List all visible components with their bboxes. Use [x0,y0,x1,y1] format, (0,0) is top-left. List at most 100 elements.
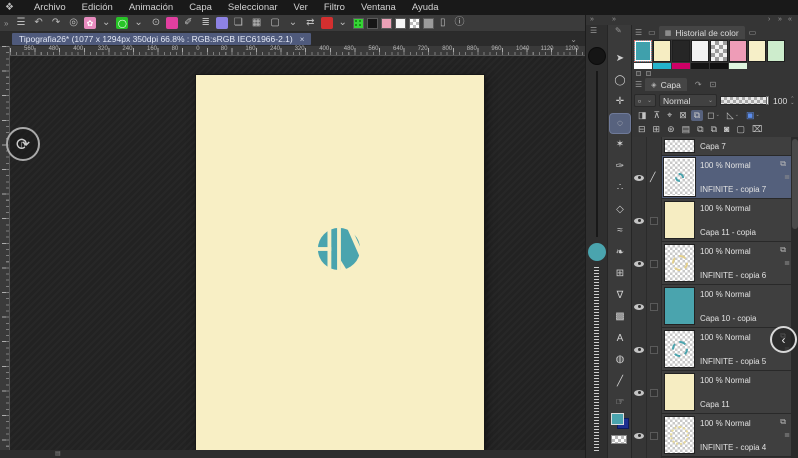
app-logo-icon[interactable]: ❖ [5,2,14,13]
layer-tool-icon[interactable]: ⊛ [664,124,678,135]
decoration-brush-chip[interactable]: ✿ [83,17,96,29]
layer-tool-icon[interactable]: ▣ ⌄ [743,110,763,121]
palette-mini-icon[interactable] [636,71,641,76]
blend-tool[interactable]: ≈ [610,221,630,240]
layer-visibility-eye[interactable] [634,303,644,310]
layer-checkbox[interactable] [650,345,658,354]
history-swatch-transparent[interactable] [710,40,728,62]
layer-thumbnail[interactable] [664,201,695,239]
layer-name[interactable]: Capa 11 - copia [700,228,756,237]
panel-expand-icon[interactable]: › [768,15,770,25]
main-menu-icon[interactable]: ☰ [13,18,28,28]
layer-name[interactable]: INFINITE - copia 7 [700,185,766,194]
palette-mini-icon[interactable] [646,71,651,76]
history-swatch-mint-dotted[interactable] [767,40,785,62]
redo-icon[interactable]: ↷ [49,18,63,28]
layer-visibility-eye[interactable] [634,217,644,224]
layer-row[interactable]: 100 % Normal INFINITE - copia 4 ⧉ ≣ [662,414,791,457]
menu-item-animación[interactable]: Animación [121,0,181,15]
pen-icon[interactable]: ✐ [181,18,195,28]
move-tool[interactable]: ✛ [610,92,630,111]
panel-dock-icon[interactable]: ▭ [648,28,656,37]
blend-mode-select[interactable]: Normal ⌄ [659,94,717,107]
opacity-slider-thumb[interactable] [766,96,769,105]
layer-checkbox[interactable] [650,302,658,311]
rotate-canvas-button[interactable]: ⟳ ▯ [6,127,40,161]
flip-horizontal-icon[interactable]: ⇄ [303,18,317,28]
menu-item-ver[interactable]: Ver [286,0,316,15]
menu-item-seleccionar[interactable]: Seleccionar [220,0,286,15]
pink-swatch[interactable] [380,17,392,29]
layer-tool-icon[interactable]: ▢ [733,124,748,135]
layer-tool-icon[interactable]: ◨ [635,110,650,121]
history-swatch-pink[interactable] [729,40,747,62]
layer-scrollbar[interactable] [791,137,798,458]
balloon-tool[interactable]: ◍ [610,350,630,369]
layer-thumbnail[interactable] [664,330,695,368]
dropdown-icon[interactable]: ⌄ [131,18,145,28]
recent-color[interactable] [691,63,709,69]
airbrush-tool[interactable]: ∴ [610,178,630,197]
layer-visibility-eye[interactable] [634,174,644,181]
layer-name[interactable]: Capa 10 - copia [700,314,756,323]
layer-row[interactable]: Capa 7 [662,137,791,156]
decoration-tool[interactable]: ❧ [610,243,630,262]
frame-chip[interactable] [320,17,333,29]
gradient-tool[interactable]: ▩ [610,307,630,326]
correction-tool[interactable]: ╱ [610,372,630,391]
brush-size-slider[interactable] [596,71,598,237]
tool-property-icon[interactable]: ≣ [199,18,213,28]
layer-tool-icon[interactable]: ⊞ [650,124,664,135]
layer-tool-icon[interactable]: ⧉ [708,124,720,135]
layer-tool-icon[interactable]: ⧉ [690,110,704,121]
layer-visibility-eye[interactable] [634,389,644,396]
panel-menu-icon[interactable]: ☰ [635,28,642,37]
gray-swatch[interactable] [422,17,434,29]
tab-layers[interactable]: ◈ Capa [645,78,687,91]
lasso-tool[interactable]: ◌ [610,113,630,133]
layer-checkbox[interactable] [650,388,658,397]
history-swatch-teal[interactable] [634,40,652,62]
strip-menu-icon[interactable]: ☰ [590,26,597,35]
layer-thumbnail[interactable] [664,158,695,196]
menu-item-edición[interactable]: Edición [74,0,121,15]
panel-side-icon[interactable]: ▭ [749,28,757,37]
history-swatch-cream[interactable] [653,40,671,62]
menu-item-filtro[interactable]: Filtro [316,0,353,15]
layer-name[interactable]: Capa 11 [700,400,730,409]
history-swatch-black[interactable] [672,40,690,62]
menu-item-ventana[interactable]: Ventana [353,0,404,15]
transparent-swatch[interactable] [408,17,420,29]
layer-name[interactable]: Capa 7 [700,142,726,151]
layer-header-icon[interactable]: ⊡ [710,80,717,89]
layer-tool-icon[interactable]: ⊟ [635,124,649,135]
dropdown-icon[interactable]: ⌄ [336,18,350,28]
recent-color[interactable] [653,63,671,69]
companion-mode-icon[interactable]: ▯ [437,18,449,28]
layer-checkbox[interactable] [650,431,658,440]
layer-tool-icon[interactable]: ⊠ [676,110,690,121]
opacity-value[interactable]: 100 [773,96,787,106]
panel-collapse-button[interactable]: ‹ [770,326,797,353]
layer-name[interactable]: INFINITE - copia 4 [700,443,766,452]
canvas[interactable] [196,75,484,450]
recent-color[interactable] [710,63,728,69]
hand-tool[interactable]: ☞ [610,393,630,412]
opacity-slider[interactable] [720,96,770,105]
panel-expand-icon[interactable]: « [788,15,792,25]
ruler-tool[interactable]: ∇ [610,286,630,305]
layer-menu-icon[interactable]: ☰ [635,80,642,89]
grid-icon[interactable]: ▦ [249,18,264,28]
tabbar-overflow-icon[interactable]: ⌄ [570,35,577,44]
text-tool[interactable]: A [610,329,630,348]
dropdown-icon[interactable]: ⌄ [99,18,113,28]
layer-name[interactable]: INFINITE - copia 5 [700,357,766,366]
material-chip[interactable] [215,17,228,29]
pattern-green-swatch[interactable] [352,17,364,29]
dropdown-icon[interactable]: ⌄ [286,18,300,28]
menu-item-capa[interactable]: Capa [181,0,220,15]
layer-thumbnail[interactable] [664,373,695,411]
layer-thumbnail[interactable] [664,287,695,325]
history-swatch-pale-yellow[interactable] [748,40,766,62]
layer-row[interactable]: 100 % Normal INFINITE - copia 6 ⧉ ≣ [662,242,791,285]
